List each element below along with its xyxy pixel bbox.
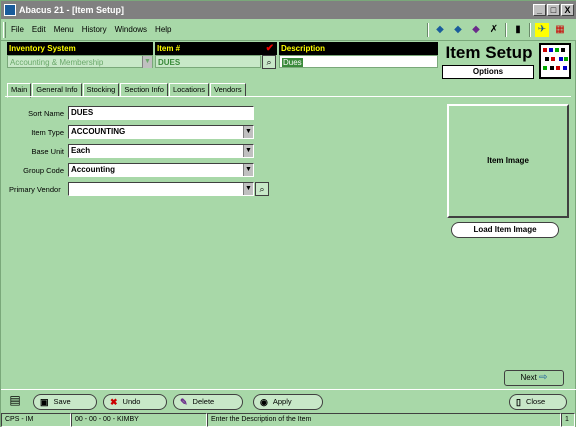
next-button[interactable]: Next ⇨ [504, 370, 564, 386]
forward-arrow-icon[interactable]: ◆ [451, 23, 465, 37]
menu-edit[interactable]: Edit [32, 25, 46, 34]
item-type-label: Item Type [31, 128, 64, 137]
inventory-system-select[interactable]: Accounting & Membership ▼ [7, 55, 153, 68]
undo-icon: ✖ [110, 397, 118, 407]
chevron-down-icon[interactable]: ▼ [243, 164, 253, 176]
item-number-field[interactable]: DUES [155, 55, 261, 68]
close-button[interactable]: ▯ Close [509, 394, 567, 410]
tab-strip: Main General Info Stocking Section Info … [7, 83, 247, 98]
undo-label: Undo [122, 397, 141, 406]
close-window-button[interactable]: X [561, 4, 574, 16]
chevron-down-icon[interactable]: ▼ [243, 145, 253, 157]
door-icon: ▯ [516, 397, 521, 407]
tab-stocking[interactable]: Stocking [82, 83, 120, 97]
app-window: Abacus 21 - [Item Setup] _ □ X File Edit… [0, 0, 576, 427]
close-label: Close [525, 397, 546, 406]
options-button[interactable]: Options [442, 65, 534, 79]
search-icon[interactable]: ⌕ [262, 55, 276, 69]
base-unit-value: Each [71, 146, 91, 155]
status-hint: Enter the Description of the Item [207, 413, 561, 427]
menu-help[interactable]: Help [155, 25, 171, 34]
delete-label: Delete [192, 397, 215, 406]
next-label: Next [520, 373, 537, 382]
toolbar-grip [3, 22, 6, 38]
menu-file[interactable]: File [11, 25, 24, 34]
menu-history[interactable]: History [82, 25, 107, 34]
vendor-search-icon[interactable]: ⌕ [255, 182, 269, 196]
minimize-button[interactable]: _ [533, 4, 546, 16]
description-field[interactable]: Dues [279, 55, 438, 68]
toolbar: ◆ ◆ ◆ ✗ ▮ ✈ ▦ [427, 21, 567, 39]
save-label: Save [53, 397, 71, 406]
chevron-down-icon[interactable]: ▼ [243, 126, 253, 138]
document-icon: ▤ [9, 393, 21, 407]
tab-general-info[interactable]: General Info [32, 83, 82, 97]
undo-button[interactable]: ✖ Undo [103, 394, 167, 410]
apply-icon: ◉ [260, 397, 268, 407]
group-code-label: Group Code [23, 166, 64, 175]
tab-locations[interactable]: Locations [168, 83, 210, 97]
load-item-image-button[interactable]: Load Item Image [451, 222, 559, 238]
save-icon: ▣ [40, 397, 49, 407]
sort-name-field[interactable]: DUES [68, 106, 254, 120]
save-button[interactable]: ▣ Save [33, 394, 97, 410]
primary-vendor-select[interactable]: ▼ [68, 182, 254, 196]
status-page: 1 [561, 413, 575, 427]
description-value: Dues [282, 58, 303, 67]
chevron-down-icon[interactable]: ▼ [243, 183, 253, 195]
window-title: Abacus 21 - [Item Setup] [19, 5, 125, 15]
history-icon[interactable]: ◆ [469, 23, 483, 37]
tab-section-info[interactable]: Section Info [120, 83, 168, 97]
item-number-label-text: Item # [157, 44, 181, 53]
group-code-value: Accounting [71, 165, 115, 174]
tools-icon[interactable]: ✗ [487, 23, 501, 37]
abacus-logo-icon [539, 43, 571, 79]
description-label: Description [279, 42, 438, 55]
action-bar: ▤ ▣ Save ✖ Undo ✎ Delete ◉ Apply ▯ Close [1, 389, 576, 413]
status-bar: CPS - IM 00 - 00 - 00 - KIMBY Enter the … [1, 413, 576, 427]
apply-label: Apply [272, 397, 292, 406]
maximize-button[interactable]: □ [547, 4, 560, 16]
item-type-select[interactable]: ACCOUNTING ▼ [68, 125, 254, 139]
base-unit-select[interactable]: Each ▼ [68, 144, 254, 158]
arrow-right-icon: ⇨ [539, 372, 548, 383]
delete-icon: ✎ [180, 397, 188, 407]
calculator-icon[interactable]: ▮ [511, 23, 525, 37]
app-icon [4, 4, 16, 16]
tab-vendors[interactable]: Vendors [210, 83, 246, 97]
item-number-label: Item # ✔ [155, 42, 277, 55]
status-module: CPS - IM [1, 413, 71, 427]
app-grid-icon[interactable]: ▦ [553, 23, 567, 37]
title-bar: Abacus 21 - [Item Setup] _ □ X [1, 1, 576, 19]
chevron-down-icon[interactable]: ▼ [142, 56, 152, 68]
primary-vendor-label: Primary Vendor [9, 185, 61, 194]
toolbar-separator [529, 23, 531, 37]
item-type-value: ACCOUNTING [71, 127, 126, 136]
apply-button[interactable]: ◉ Apply [253, 394, 323, 410]
sort-name-label: Sort Name [28, 109, 64, 118]
back-arrow-icon[interactable]: ◆ [433, 23, 447, 37]
checkmark-icon: ✔ [265, 43, 274, 54]
delete-button[interactable]: ✎ Delete [173, 394, 243, 410]
item-image-box: Item Image [447, 104, 569, 218]
menu-menu[interactable]: Menu [54, 25, 74, 34]
toolbar-separator [505, 23, 507, 37]
group-code-select[interactable]: Accounting ▼ [68, 163, 254, 177]
inventory-system-label: Inventory System [7, 42, 153, 55]
inventory-system-value: Accounting & Membership [10, 58, 104, 67]
menu-windows[interactable]: Windows [115, 25, 147, 34]
exit-icon[interactable]: ✈ [535, 23, 549, 37]
status-session: 00 - 00 - 00 - KIMBY [71, 413, 207, 427]
toolbar-separator [427, 23, 429, 37]
page-title: Item Setup [445, 43, 533, 62]
base-unit-label: Base Unit [31, 147, 64, 156]
